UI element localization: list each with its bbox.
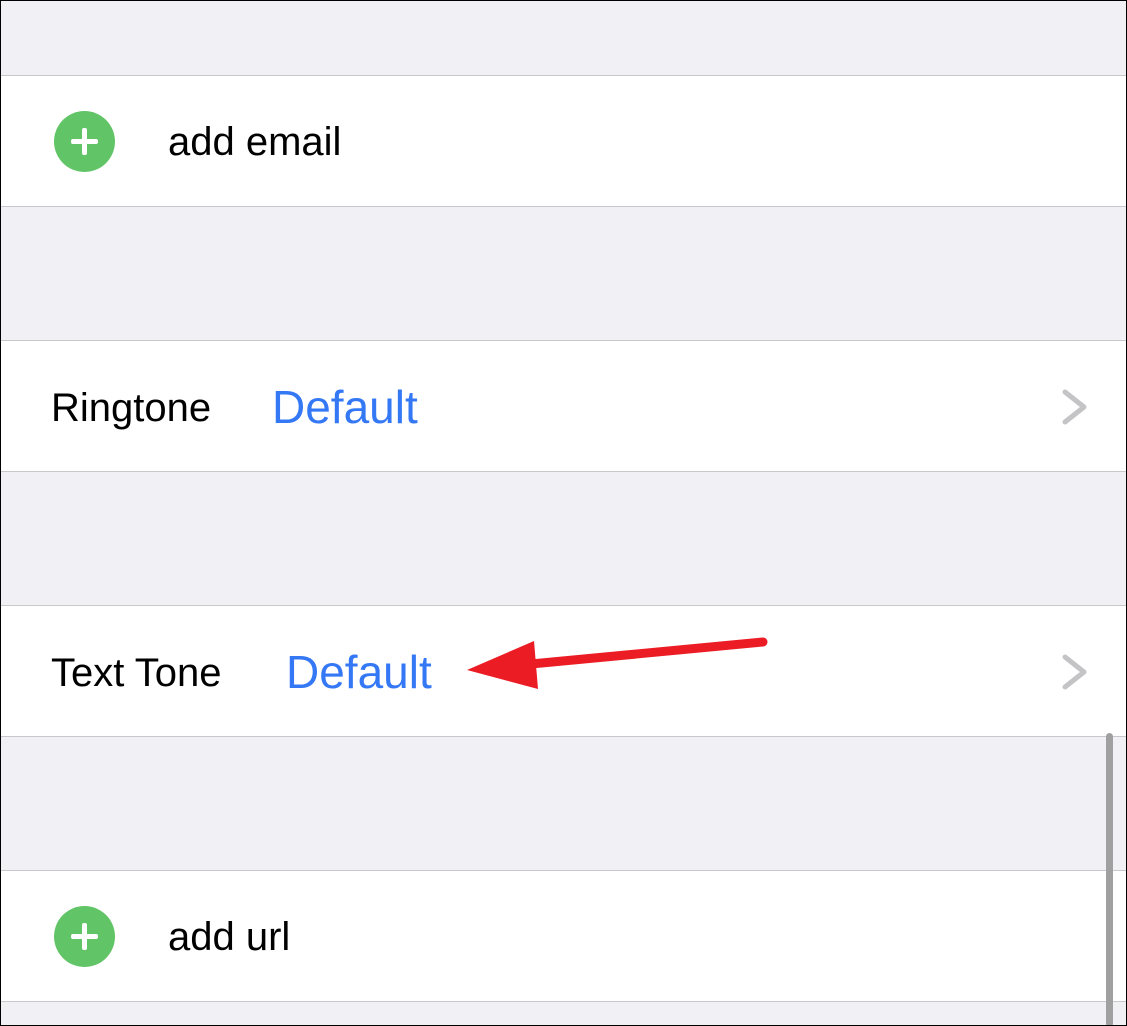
add-email-label: add email	[168, 120, 342, 164]
text-tone-label: Text Tone	[51, 651, 222, 695]
ringtone-row[interactable]: Ringtone Default	[1, 340, 1126, 472]
chevron-right-icon	[1062, 389, 1087, 425]
text-tone-row[interactable]: Text Tone Default	[1, 605, 1126, 737]
contact-edit-screen: add email Ringtone Default Text Tone Def…	[0, 0, 1127, 1026]
add-email-row[interactable]: add email	[1, 75, 1126, 207]
add-url-row[interactable]: add url	[1, 870, 1126, 1002]
text-tone-value: Default	[286, 646, 432, 698]
vertical-scrollbar[interactable]	[1106, 733, 1113, 1025]
ringtone-value: Default	[272, 381, 418, 433]
ringtone-label: Ringtone	[51, 386, 212, 430]
add-url-label: add url	[168, 915, 291, 959]
plus-circle-icon[interactable]	[54, 111, 115, 172]
chevron-right-icon	[1062, 654, 1087, 690]
plus-circle-icon[interactable]	[54, 906, 115, 967]
